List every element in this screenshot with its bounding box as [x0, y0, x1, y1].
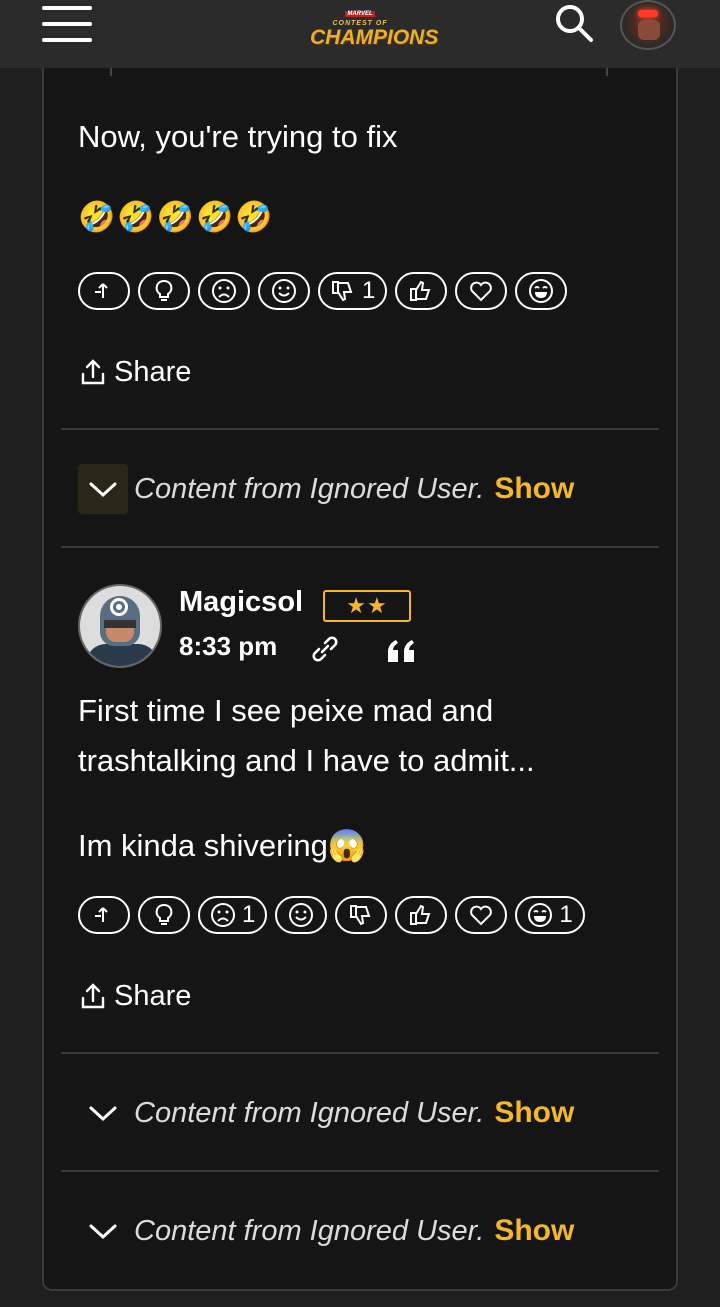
- reaction-disagree-button[interactable]: [335, 896, 388, 934]
- share-label: Share: [114, 355, 192, 388]
- lightbulb-icon: [155, 904, 173, 925]
- chevron-down-icon: [89, 1224, 117, 1240]
- reaction-bar: 1 1: [78, 896, 585, 936]
- reaction-lol-button[interactable]: 1: [515, 896, 585, 934]
- reaction-count: 1: [242, 901, 256, 928]
- reaction-count: 1: [559, 901, 573, 928]
- reaction-smile-button[interactable]: [275, 896, 328, 934]
- ignored-user-text: Content from Ignored User.: [134, 1214, 485, 1247]
- share-icon: [81, 359, 105, 385]
- smile-face-icon: [272, 279, 296, 303]
- reaction-love-button[interactable]: [455, 896, 508, 934]
- thumbs-up-icon: [410, 280, 431, 301]
- reaction-agree-button[interactable]: [395, 272, 448, 310]
- quote-icon[interactable]: [384, 634, 420, 666]
- author-name[interactable]: Magicsol: [179, 586, 303, 619]
- laugh-face-icon: [529, 279, 554, 303]
- post-body-text: Im kinda shivering😱: [78, 828, 367, 863]
- heart-icon: [470, 905, 493, 926]
- user-avatar[interactable]: [620, 0, 676, 50]
- divider-tick: [110, 68, 112, 76]
- logo-champions-text: CHAMPIONS: [310, 26, 439, 49]
- post-body-text: trashtalking and I have to admit...: [78, 743, 535, 778]
- reaction-reply-button[interactable]: [78, 272, 130, 310]
- reaction-love-button[interactable]: [455, 272, 508, 310]
- ignored-content-row: Content from Ignored User. Show: [78, 464, 574, 514]
- thumbs-up-icon: [410, 904, 431, 925]
- menu-icon[interactable]: [42, 4, 94, 44]
- reply-arrow-icon: [95, 283, 108, 298]
- author-avatar[interactable]: [78, 584, 162, 668]
- show-link[interactable]: Show: [494, 1214, 574, 1248]
- thumbs-down-icon: [350, 905, 371, 926]
- ignored-user-text: Content from Ignored User.: [134, 472, 485, 505]
- reaction-insightful-button[interactable]: [138, 896, 190, 934]
- ignored-content-row: Content from Ignored User. Show: [78, 1088, 574, 1138]
- search-icon[interactable]: [553, 2, 595, 44]
- expand-button[interactable]: [78, 1088, 128, 1138]
- divider: [61, 1170, 659, 1172]
- show-link[interactable]: Show: [494, 1096, 574, 1130]
- post-emoji-text: 🤣🤣🤣🤣🤣: [78, 201, 275, 234]
- chevron-down-icon: [89, 482, 117, 498]
- reaction-count: 1: [362, 277, 376, 304]
- reaction-insightful-button[interactable]: [138, 272, 190, 310]
- reaction-sad-button[interactable]: [198, 272, 250, 310]
- permalink-icon[interactable]: [308, 632, 342, 666]
- reaction-lol-button[interactable]: [515, 272, 568, 310]
- sad-face-icon: [211, 903, 235, 927]
- reaction-sad-button[interactable]: 1: [198, 896, 268, 934]
- site-logo[interactable]: MARVEL CONTEST OF CHAMPIONS: [310, 2, 439, 54]
- post-time[interactable]: 8:33 pm: [179, 631, 277, 662]
- chevron-down-icon: [89, 1106, 117, 1122]
- ignored-content-row: Content from Ignored User. Show: [78, 1206, 574, 1256]
- reaction-disagree-button[interactable]: 1: [318, 272, 388, 310]
- reaction-agree-button[interactable]: [395, 896, 448, 934]
- share-button[interactable]: Share: [80, 976, 191, 1016]
- ignored-user-text: Content from Ignored User.: [134, 1096, 485, 1129]
- laugh-face-icon: [528, 903, 553, 927]
- rank-badge: ★★: [323, 590, 411, 622]
- logo-marvel-text: MARVEL: [345, 11, 375, 17]
- reaction-reply-button[interactable]: [78, 896, 130, 934]
- share-label: Share: [114, 979, 192, 1012]
- top-bar: MARVEL CONTEST OF CHAMPIONS: [0, 0, 720, 68]
- share-button[interactable]: Share: [80, 352, 191, 392]
- reaction-smile-button[interactable]: [258, 272, 310, 310]
- reaction-bar: 1: [78, 272, 568, 312]
- divider: [61, 1052, 659, 1054]
- expand-button[interactable]: [78, 464, 128, 514]
- thumbs-down-icon: [332, 281, 353, 302]
- post-body-text: Now, you're trying to fix: [78, 119, 398, 154]
- post-body-text: First time I see peixe mad and: [78, 693, 494, 728]
- divider: [61, 546, 659, 548]
- divider: [61, 428, 659, 430]
- heart-icon: [470, 281, 493, 302]
- divider-tick: [606, 68, 608, 76]
- sad-face-icon: [212, 279, 236, 303]
- smile-face-icon: [289, 903, 314, 927]
- expand-button[interactable]: [78, 1206, 128, 1256]
- share-icon: [81, 983, 105, 1009]
- lightbulb-icon: [155, 280, 173, 301]
- show-link[interactable]: Show: [494, 472, 574, 506]
- reply-arrow-icon: [95, 907, 108, 922]
